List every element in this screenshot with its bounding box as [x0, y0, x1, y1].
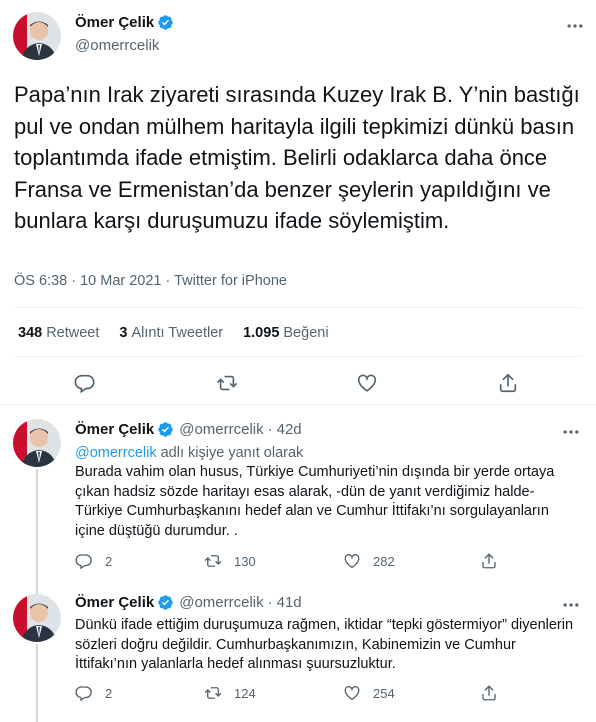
replying-to: @omerrcelik adlı kişiye yanıt olarak — [75, 445, 303, 461]
more-icon[interactable] — [561, 422, 581, 442]
quote-label: Alıntı Tweetler — [131, 325, 224, 341]
tweet-text: Papa’nın Irak ziyareti sırasında Kuzey I… — [14, 82, 580, 233]
thread-line — [36, 644, 38, 722]
like-stat[interactable]: 1.095 Beğeni — [243, 325, 328, 341]
tweet-stats: 348 Retweet 3 Alıntı Tweetler 1.095 Beğeni — [18, 325, 349, 341]
author-handle[interactable]: @omerrcelik — [179, 594, 263, 611]
author-name-row[interactable]: Ömer Çelik — [75, 14, 174, 31]
divider — [14, 307, 582, 308]
retweet-label: Retweet — [46, 325, 100, 341]
separator: · — [267, 421, 273, 438]
verified-badge-icon — [157, 421, 174, 438]
verified-badge-icon — [157, 594, 174, 611]
reply-button[interactable]: 2 — [75, 684, 112, 702]
author-name[interactable]: Ömer Çelik — [75, 421, 154, 438]
more-icon[interactable] — [565, 16, 585, 36]
author-name[interactable]: Ömer Çelik — [75, 14, 154, 31]
like-count: 282 — [373, 553, 395, 569]
like-button[interactable]: 254 — [343, 684, 395, 702]
quote-stat[interactable]: 3 Alıntı Tweetler — [119, 325, 223, 341]
retweet-count: 124 — [234, 685, 256, 701]
retweet-stat[interactable]: 348 Retweet — [18, 325, 99, 341]
retweet-icon[interactable] — [216, 372, 238, 394]
retweet-count: 130 — [234, 553, 256, 569]
avatar[interactable] — [13, 12, 61, 60]
share-icon — [482, 553, 496, 569]
reply-tweet[interactable]: Ömer Çelik @omerrcelik · 41d Dünkü ifade… — [0, 582, 596, 722]
like-label: Beğeni — [283, 325, 329, 341]
author-name-row[interactable]: Ömer Çelik @omerrcelik · 41d — [75, 594, 302, 611]
author-handle[interactable]: @omerrcelik — [75, 37, 159, 54]
avatar[interactable] — [13, 594, 61, 642]
tweet-meta[interactable]: ÖS 6:38 · 10 Mar 2021 · Twitter for iPho… — [14, 273, 287, 289]
reply-text: Dünkü ifade ettiğim duruşumuza rağmen, i… — [75, 617, 574, 673]
author-handle[interactable]: @omerrcelik — [179, 421, 263, 438]
divider — [14, 356, 582, 357]
more-icon[interactable] — [561, 595, 581, 615]
reply-mention-link[interactable]: @omerrcelik — [75, 445, 157, 461]
like-count: 1.095 — [243, 325, 280, 341]
share-icon — [482, 685, 496, 701]
retweet-icon — [204, 555, 222, 567]
reply-count: 2 — [105, 553, 113, 569]
thread-line — [36, 582, 38, 594]
quote-count: 3 — [119, 325, 128, 341]
like-icon[interactable] — [356, 372, 378, 394]
reply-tweet[interactable]: Ömer Çelik @omerrcelik · 42d @omerrcelik… — [0, 405, 596, 587]
like-icon — [344, 554, 360, 569]
author-name-row[interactable]: Ömer Çelik @omerrcelik · 42d — [75, 421, 302, 438]
reply-icon — [75, 554, 92, 570]
avatar[interactable] — [13, 419, 61, 467]
timestamp[interactable]: 42d — [277, 421, 302, 438]
share-button[interactable] — [480, 552, 510, 570]
separator: · — [267, 594, 273, 611]
reply-icon[interactable] — [74, 372, 96, 394]
reply-icon — [75, 686, 92, 702]
like-button[interactable]: 282 — [343, 552, 395, 570]
retweet-button[interactable]: 124 — [204, 684, 256, 702]
main-tweet: Ömer Çelik @omerrcelik Papa’nın Irak ziy… — [0, 0, 596, 404]
reply-count: 2 — [105, 685, 113, 701]
retweet-icon — [204, 687, 222, 699]
reply-text: Burada vahim olan husus, Türkiye Cumhuri… — [75, 464, 555, 539]
retweet-count: 348 — [18, 325, 43, 341]
verified-badge-icon — [157, 14, 174, 31]
thread-line — [36, 469, 38, 587]
retweet-button[interactable]: 130 — [204, 552, 256, 570]
author-name[interactable]: Ömer Çelik — [75, 594, 154, 611]
reply-button[interactable]: 2 — [75, 552, 112, 570]
timestamp[interactable]: 41d — [277, 594, 302, 611]
replying-to-label: adlı kişiye yanıt olarak — [156, 445, 304, 461]
share-icon[interactable] — [497, 372, 519, 394]
like-count: 254 — [373, 685, 395, 701]
share-button[interactable] — [480, 684, 510, 702]
like-icon — [344, 686, 360, 701]
